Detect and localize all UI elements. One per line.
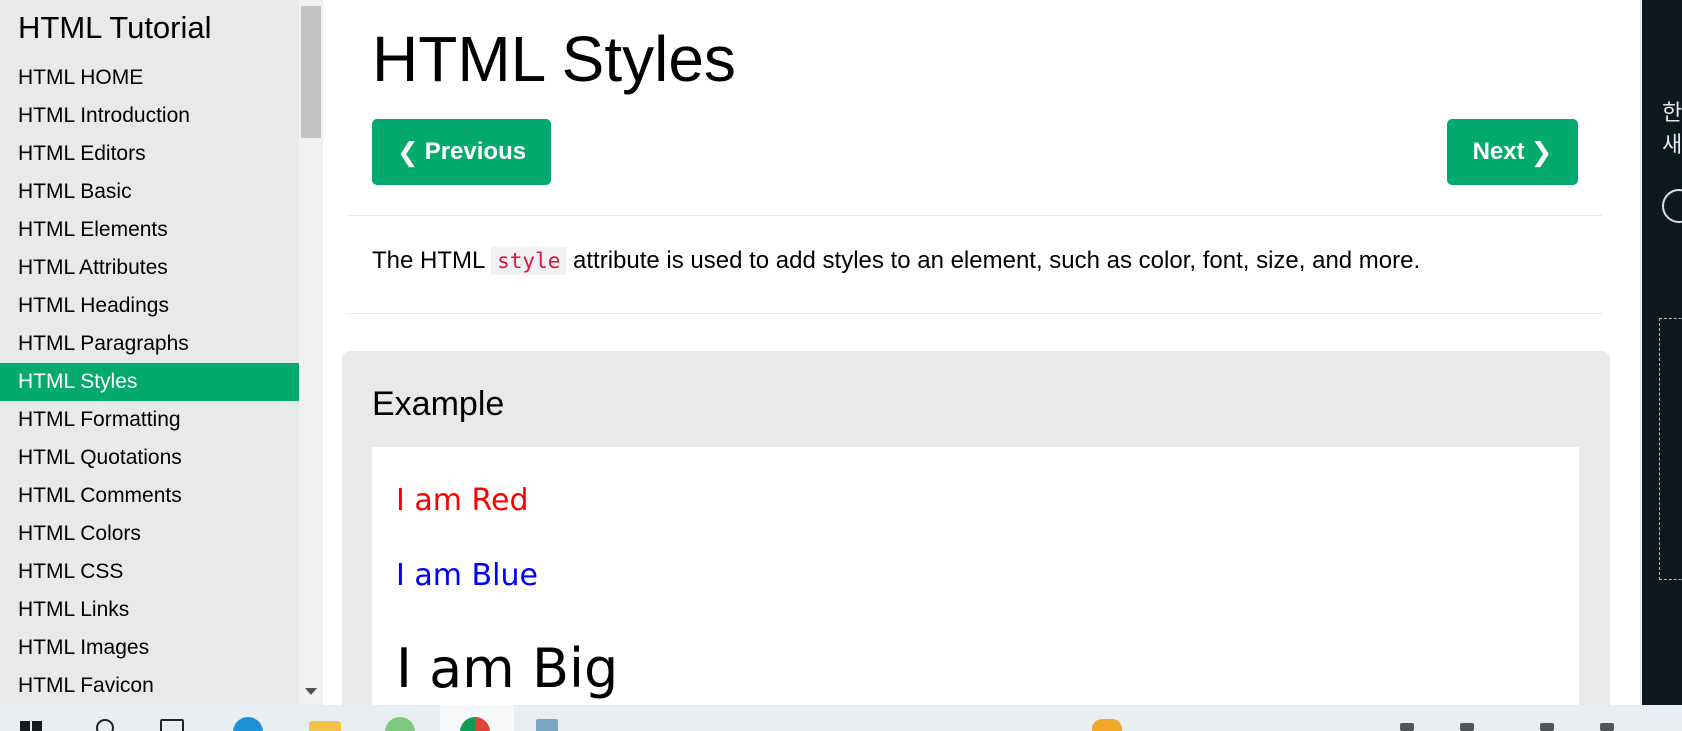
search-icon[interactable]: [96, 719, 114, 731]
sidebar-item-html-colors[interactable]: HTML Colors: [0, 515, 299, 553]
notepad-icon[interactable]: [536, 719, 558, 731]
scrollbar-thumb[interactable]: [301, 6, 321, 138]
previous-button-label: Previous: [424, 138, 527, 165]
divider: [348, 215, 1602, 216]
sidebar: HTML Tutorial HTML HOME HTML Introductio…: [0, 0, 299, 705]
sidebar-item-html-paragraphs[interactable]: HTML Paragraphs: [0, 325, 299, 363]
sidebar-item-html-basic[interactable]: HTML Basic: [0, 173, 299, 211]
main-content: HTML Styles ❮ Previous Next ❯ The HTML s…: [323, 0, 1640, 705]
previous-button[interactable]: ❮ Previous: [372, 119, 551, 185]
tray-icon[interactable]: [1540, 723, 1554, 731]
sidebar-item-html-images[interactable]: HTML Images: [0, 629, 299, 667]
divider: [348, 313, 1602, 314]
inline-code: style: [491, 247, 567, 275]
example-blue-text: I am Blue: [396, 558, 538, 593]
sidebar-item-html-favicon[interactable]: HTML Favicon: [0, 667, 299, 705]
tray-icon[interactable]: [1460, 723, 1474, 731]
sidebar-item-html-home[interactable]: HTML HOME: [0, 59, 299, 97]
edge-icon[interactable]: [233, 717, 263, 731]
app-icon[interactable]: [385, 717, 415, 731]
sidebar-item-html-quotations[interactable]: HTML Quotations: [0, 439, 299, 477]
dashed-frame: [1659, 318, 1682, 580]
example-heading: Example: [372, 385, 505, 423]
sidebar-scrollbar[interactable]: [299, 0, 323, 705]
sidebar-title: HTML Tutorial: [18, 10, 212, 45]
chevron-left-icon: ❮: [396, 137, 419, 167]
sidebar-item-html-formatting[interactable]: HTML Formatting: [0, 401, 299, 439]
sidebar-item-html-attributes[interactable]: HTML Attributes: [0, 249, 299, 287]
example-box: Example I am Red I am Blue I am Big: [342, 351, 1610, 705]
coins-icon[interactable]: [1092, 719, 1122, 731]
file-explorer-icon[interactable]: [309, 721, 341, 731]
sidebar-item-html-elements[interactable]: HTML Elements: [0, 211, 299, 249]
next-button-label: Next: [1472, 138, 1525, 165]
sidebar-item-html-comments[interactable]: HTML Comments: [0, 477, 299, 515]
example-output: I am Red I am Blue I am Big: [372, 447, 1579, 705]
sidebar-item-html-links[interactable]: HTML Links: [0, 591, 299, 629]
intro-text-after: attribute is used to add styles to an el…: [566, 247, 1421, 274]
task-view-icon[interactable]: [160, 719, 184, 731]
example-big-text: I am Big: [396, 637, 619, 700]
sidebar-item-html-headings[interactable]: HTML Headings: [0, 287, 299, 325]
sidebar-item-html-css[interactable]: HTML CSS: [0, 553, 299, 591]
sidebar-nav: HTML HOME HTML Introduction HTML Editors…: [0, 59, 299, 705]
adjacent-text-2: 새: [1662, 132, 1682, 157]
intro-paragraph: The HTML style attribute is used to add …: [372, 247, 1420, 275]
adjacent-window: 한 새: [1640, 0, 1682, 705]
sidebar-item-html-styles[interactable]: HTML Styles: [0, 363, 299, 401]
tray-icon[interactable]: [1400, 723, 1414, 731]
next-button[interactable]: Next ❯: [1447, 119, 1578, 185]
intro-text-before: The HTML: [372, 247, 492, 274]
windows-start-icon[interactable]: [20, 721, 42, 731]
page-title: HTML Styles: [372, 23, 736, 95]
example-red-text: I am Red: [396, 483, 529, 518]
window-divider: [1640, 0, 1641, 705]
sidebar-item-html-editors[interactable]: HTML Editors: [0, 135, 299, 173]
tray-icon[interactable]: [1600, 723, 1614, 731]
scroll-down-arrow-icon[interactable]: [305, 688, 317, 695]
chevron-right-icon: ❯: [1530, 137, 1553, 167]
adjacent-text-1: 한: [1662, 100, 1682, 125]
sidebar-item-html-introduction[interactable]: HTML Introduction: [0, 97, 299, 135]
taskbar: [0, 705, 1682, 731]
